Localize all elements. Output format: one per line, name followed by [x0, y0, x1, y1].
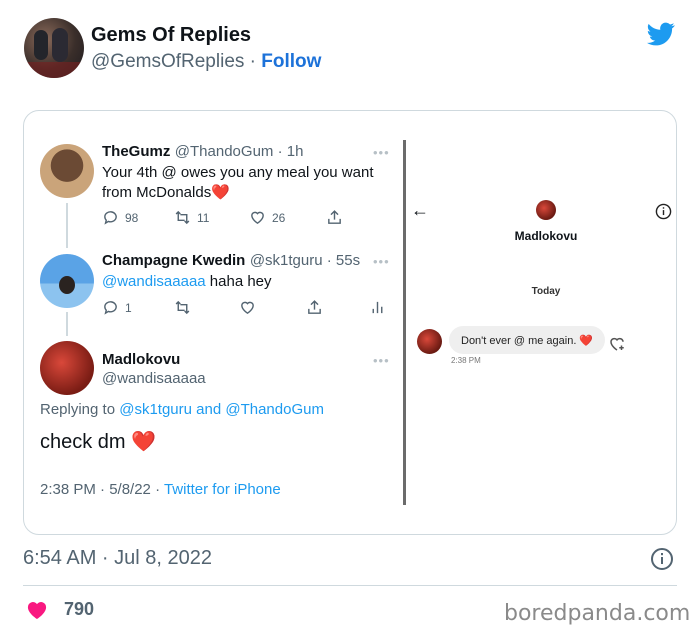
- avatar-thegumz: [40, 144, 94, 198]
- retweet-action: 11: [174, 209, 209, 226]
- image-divider: [403, 140, 406, 505]
- account-handle[interactable]: @GemsOfReplies: [91, 51, 244, 72]
- dm-message-time: 2:38 PM: [451, 356, 481, 365]
- account-handle-row: @GemsOfReplies · Follow: [91, 51, 321, 73]
- thread-line: [66, 312, 68, 336]
- tweet-handle: @wandisaaaaa: [102, 370, 206, 387]
- dm-message-text: Don't ever @ me again. ❤️: [461, 334, 594, 347]
- tweet-meta: @ThandoGum · 1h: [174, 143, 304, 160]
- avatar-madlokovu: [40, 341, 94, 395]
- reply-count: 98: [125, 210, 139, 225]
- tweet-text: haha hey: [205, 273, 272, 290]
- dm-message-bubble: Don't ever @ me again. ❤️: [449, 326, 606, 354]
- tweet-source: Twitter for iPhone: [163, 481, 281, 498]
- more-icon: •••: [373, 145, 390, 160]
- more-icon: •••: [373, 254, 390, 269]
- replying-to: Replying to @sk1tguru and @ThandoGum: [40, 401, 324, 418]
- mention-link: @wandisaaaaa: [102, 273, 206, 290]
- follow-button[interactable]: Follow: [261, 51, 321, 72]
- tweet-timestamp: 2:38 PM · 5/8/22 · Twitter for iPhone: [40, 481, 281, 498]
- timestamp-text: 2:38 PM · 5/8/22 ·: [40, 481, 164, 498]
- share-icon: [308, 300, 321, 314]
- replying-prefix: Replying to: [40, 401, 120, 418]
- retweet-count: 11: [197, 210, 210, 225]
- like-count-small: 26: [272, 210, 286, 225]
- reply-action: 1: [102, 299, 132, 316]
- tweet-header: Champagne Kwedin @sk1tguru · 55s: [102, 252, 360, 270]
- dm-message-avatar: [417, 329, 442, 354]
- dm-avatar: [536, 200, 556, 220]
- retweet-icon: [175, 300, 190, 315]
- thread-line: [66, 203, 68, 248]
- heart-outline-icon: [251, 211, 264, 225]
- tweet-text: check dm ❤️: [40, 431, 157, 453]
- more-icon: •••: [373, 353, 390, 368]
- reply-action: 98: [102, 209, 138, 226]
- heart-outline-icon: [241, 301, 254, 315]
- like-action: 26: [249, 209, 285, 226]
- retweet-icon: [175, 210, 190, 225]
- like-count[interactable]: 790: [64, 599, 94, 620]
- reply-count: 1: [125, 300, 132, 315]
- account-name[interactable]: Gems Of Replies: [91, 24, 251, 47]
- analytics-icon: [372, 301, 383, 314]
- post-timestamp[interactable]: 6:54 AM · Jul 8, 2022: [23, 547, 212, 570]
- avatar-champagne: [40, 254, 94, 308]
- tweet-author: Champagne Kwedin: [102, 252, 246, 269]
- info-icon: [655, 203, 672, 220]
- heart-icon[interactable]: [26, 600, 48, 620]
- replying-mentions: @sk1tguru and @ThandoGum: [119, 401, 324, 418]
- handle-separator: ·: [244, 51, 262, 72]
- tweet-author: TheGumz: [102, 143, 171, 160]
- tweet-text-row: @wandisaaaaa haha hey: [102, 272, 272, 292]
- tweet-meta: @sk1tguru · 55s: [249, 252, 361, 269]
- reply-icon: [104, 211, 117, 225]
- reply-icon: [104, 301, 117, 315]
- dm-day-label: Today: [531, 286, 561, 297]
- footer-divider: [23, 585, 677, 586]
- tweet-header: TheGumz @ThandoGum · 1h: [102, 143, 303, 161]
- add-reaction-icon: [610, 337, 624, 351]
- watermark: boredpanda.com: [504, 601, 691, 626]
- account-avatar[interactable]: [24, 18, 84, 78]
- dm-contact-name: Madlokovu: [514, 229, 578, 243]
- tweet-author: Madlokovu: [102, 351, 181, 368]
- twitter-bird-icon[interactable]: [645, 20, 677, 48]
- back-arrow-icon: ←: [411, 200, 429, 220]
- share-icon: [328, 210, 341, 224]
- info-circle-icon[interactable]: [650, 547, 674, 571]
- tweet-text: Your 4th @ owes you any meal you want fr…: [102, 164, 374, 201]
